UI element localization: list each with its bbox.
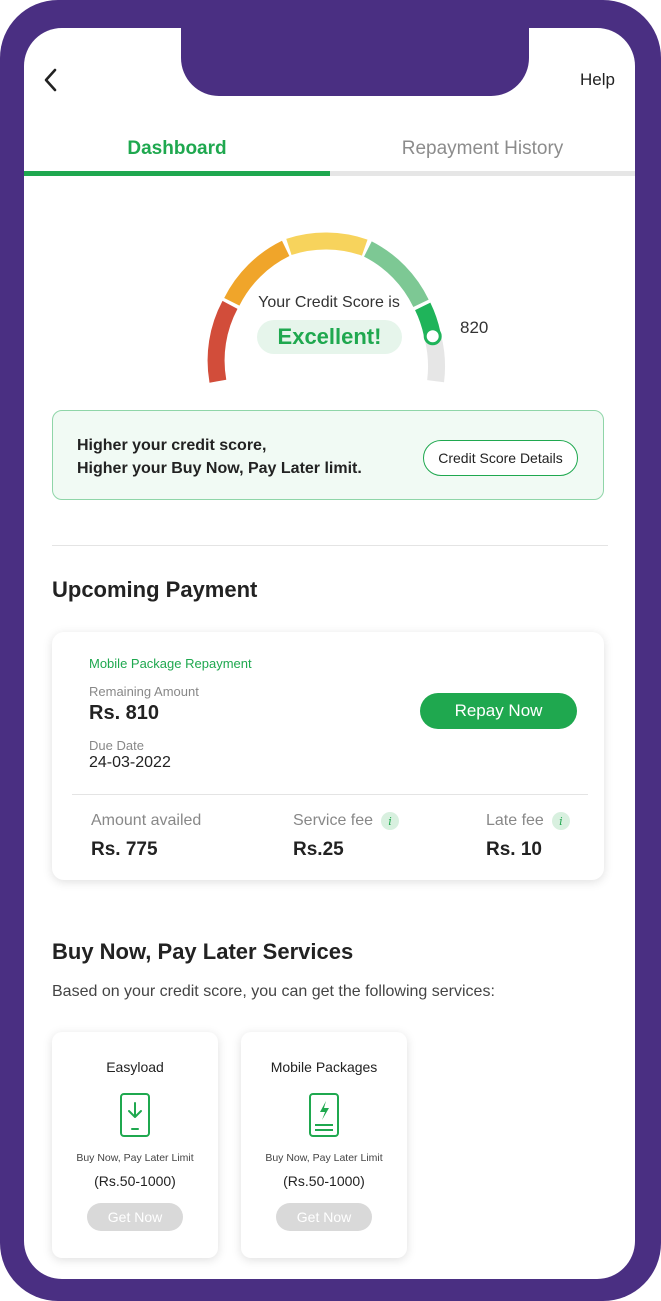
- repay-now-button[interactable]: Repay Now: [420, 693, 577, 729]
- amount-availed-label: Amount availed: [91, 812, 201, 830]
- tab-bar: Dashboard Repayment History: [24, 123, 635, 176]
- service-fee-column: Service fee i Rs.25: [293, 812, 400, 861]
- gauge-segment-good: [286, 232, 368, 256]
- remaining-amount-value: Rs. 810: [89, 702, 160, 724]
- service-name: Mobile Packages: [270, 1059, 378, 1075]
- gauge-segment-poor: [207, 300, 238, 383]
- credit-info-card: Higher your credit score, Higher your Bu…: [52, 410, 604, 500]
- phone-download-icon: [120, 1093, 150, 1137]
- credit-info-line-2: Higher your Buy Now, Pay Later limit.: [77, 460, 362, 477]
- tab-indicator-inactive: [330, 171, 635, 176]
- credit-score-rating: Excellent!: [257, 320, 402, 354]
- late-fee-label: Late fee i: [486, 812, 570, 830]
- credit-info-text: Higher your credit score, Higher your Bu…: [77, 434, 362, 480]
- phone-notch: [181, 28, 529, 96]
- services-title: Buy Now, Pay Later Services: [52, 939, 354, 964]
- upcoming-payment-card: Mobile Package Repayment Remaining Amoun…: [52, 632, 604, 880]
- credit-score-details-button[interactable]: Credit Score Details: [423, 440, 578, 476]
- phone-frame: Buy Now, Pay Later Help Dashboard Repaym…: [0, 0, 661, 1301]
- service-fee-value: Rs.25: [293, 839, 344, 860]
- late-fee-value: Rs. 10: [486, 839, 542, 860]
- card-divider: [72, 794, 588, 795]
- service-limit-value: (Rs.50-1000): [283, 1173, 365, 1189]
- service-name: Easyload: [106, 1059, 164, 1075]
- late-fee-column: Late fee i Rs. 10: [486, 812, 570, 861]
- service-card-easyload[interactable]: Easyload Buy Now, Pay Later Limit (Rs.50…: [52, 1032, 218, 1258]
- service-limit-value: (Rs.50-1000): [94, 1173, 176, 1189]
- phone-charge-icon: [309, 1093, 339, 1137]
- service-limit-label: Buy Now, Pay Later Limit: [265, 1152, 383, 1164]
- payment-type: Mobile Package Repayment: [89, 656, 252, 671]
- get-now-button-mobile-packages[interactable]: Get Now: [276, 1203, 372, 1231]
- amount-availed-value: Rs. 775: [91, 839, 158, 860]
- service-fee-label-text: Service fee: [293, 812, 374, 829]
- credit-score-label: Your Credit Score is: [258, 294, 400, 311]
- info-icon[interactable]: i: [551, 812, 570, 830]
- tab-dashboard[interactable]: Dashboard: [24, 123, 330, 175]
- help-link[interactable]: Help: [580, 70, 615, 90]
- upcoming-payment-title: Upcoming Payment: [52, 577, 258, 602]
- services-description: Based on your credit score, you can get …: [52, 983, 495, 1000]
- service-limit-label: Buy Now, Pay Later Limit: [76, 1152, 194, 1164]
- get-now-button-easyload[interactable]: Get Now: [87, 1203, 183, 1231]
- section-divider: [52, 545, 608, 546]
- credit-score-value: 820: [460, 318, 489, 337]
- gauge-pointer: [423, 327, 442, 346]
- due-date-value: 24-03-2022: [89, 754, 171, 771]
- tab-repayment-history[interactable]: Repayment History: [330, 123, 635, 175]
- service-card-mobile-packages[interactable]: Mobile Packages Buy Now, Pay Later Limit…: [241, 1032, 407, 1258]
- due-date-label: Due Date: [89, 738, 144, 753]
- app-screen: Buy Now, Pay Later Help Dashboard Repaym…: [24, 28, 635, 1279]
- amount-availed-column: Amount availed Rs. 775: [91, 812, 201, 861]
- late-fee-label-text: Late fee: [486, 812, 544, 829]
- remaining-amount-label: Remaining Amount: [89, 684, 199, 699]
- tab-indicator-active: [24, 171, 330, 176]
- amount-availed-label-text: Amount availed: [91, 812, 202, 829]
- info-icon[interactable]: i: [381, 812, 400, 830]
- service-fee-label: Service fee i: [293, 812, 400, 830]
- credit-info-line-1: Higher your credit score,: [77, 437, 267, 454]
